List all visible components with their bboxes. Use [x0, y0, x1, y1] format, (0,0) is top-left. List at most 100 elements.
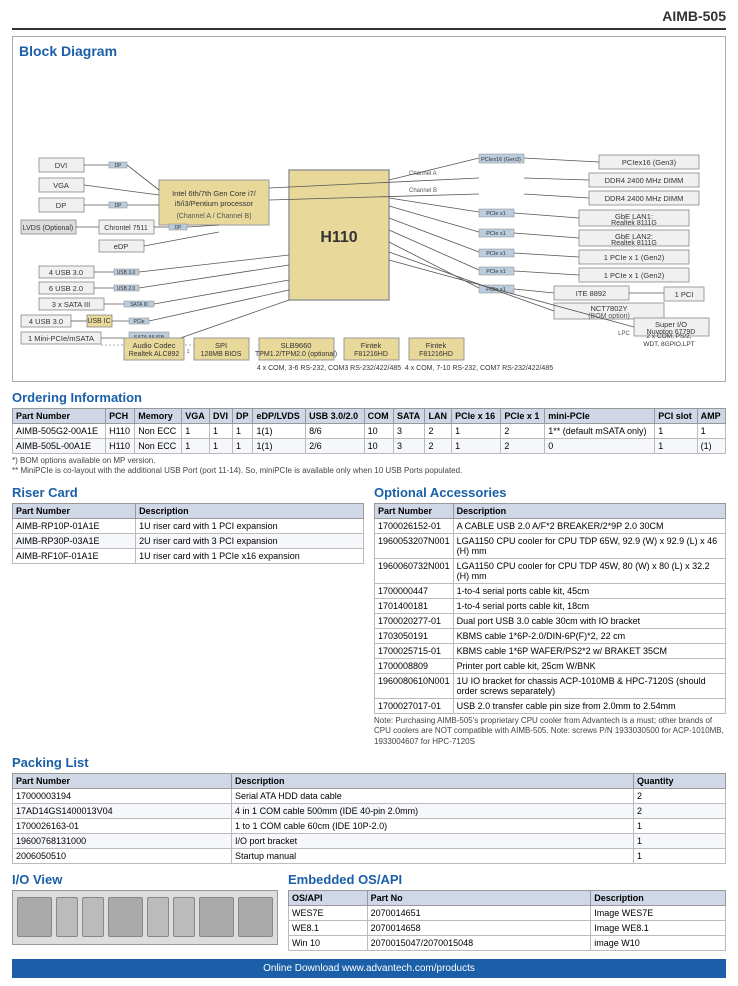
packing-row: 1700026163-011 to 1 COM cable 60cm (IDE … — [13, 818, 726, 833]
svg-text:LPC: LPC — [618, 331, 630, 337]
svg-text:(Channel A / Channel B): (Channel A / Channel B) — [176, 213, 251, 220]
svg-text:4 USB 3.0: 4 USB 3.0 — [49, 268, 83, 277]
optional-cell: Dual port USB 3.0 cable 30cm with IO bra… — [453, 613, 725, 628]
packing-cell: 2006050510 — [13, 848, 232, 863]
packing-section: Packing List Part NumberDescriptionQuant… — [12, 755, 726, 864]
svg-text:H110: H110 — [320, 229, 357, 246]
embedded-col-header: OS/API — [289, 890, 368, 905]
model-header: AIMB-505 — [12, 8, 726, 30]
ordering-cell: AIMB-505L-00A1E — [13, 439, 106, 454]
block-diagram-title: Block Diagram — [19, 43, 719, 59]
ordering-cell: 10 — [364, 424, 393, 439]
ordering-cell: H110 — [106, 439, 135, 454]
svg-text:2 x COM, PS/2,: 2 x COM, PS/2, — [646, 333, 691, 340]
optional-cell: LGA1150 CPU cooler for CPU TDP 65W, 92.9… — [453, 533, 725, 558]
svg-text:ITE 8892: ITE 8892 — [576, 289, 606, 298]
packing-body: 17000003194Serial ATA HDD data cable217A… — [13, 788, 726, 863]
ordering-col-header: USB 3.0/2.0 — [306, 409, 365, 424]
io-port-4 — [147, 897, 169, 937]
packing-cell: 1 — [633, 833, 725, 848]
svg-text:PCIe x1: PCIe x1 — [486, 251, 506, 257]
ordering-col-header: eDP/LVDS — [253, 409, 306, 424]
embedded-body: WES7E2070014651Image WES7EWE8.1207001465… — [289, 905, 726, 950]
riser-section: Riser Card Part NumberDescription AIMB-R… — [12, 485, 364, 747]
ordering-table: Part NumberPCHMemoryVGADVIDPeDP/LVDSUSB … — [12, 408, 726, 454]
svg-text:PCIex16 (Gen3): PCIex16 (Gen3) — [481, 157, 521, 163]
riser-col-header: Description — [136, 503, 364, 518]
ordering-note-line: *) BOM options available on MP version. — [12, 456, 726, 466]
ordering-body: AIMB-505G2-00A1EH110Non ECC1111(1)8/6103… — [13, 424, 726, 454]
ordering-header-row: Part NumberPCHMemoryVGADVIDPeDP/LVDSUSB … — [13, 409, 726, 424]
packing-col-header: Quantity — [633, 773, 725, 788]
embedded-row: WE8.12070014658Image WE8.1 — [289, 920, 726, 935]
io-embedded-row: I/O View Embedded OS/API OS/APIPart NoDe… — [12, 872, 726, 951]
svg-text:Channel B: Channel B — [409, 188, 437, 194]
packing-cell: 4 in 1 COM cable 500mm (IDE 40-pin 2.0mm… — [232, 803, 634, 818]
io-port-vga — [17, 897, 52, 937]
ordering-cell: 1 — [233, 439, 253, 454]
ordering-col-header: SATA — [393, 409, 425, 424]
svg-text:USB IC: USB IC — [87, 318, 110, 325]
ordering-cell: 1 — [182, 424, 210, 439]
optional-row: 1960060732N001LGA1150 CPU cooler for CPU… — [375, 558, 726, 583]
packing-row: 2006050510Startup manual1 — [13, 848, 726, 863]
riser-body: AIMB-RP10P-01A1E1U riser card with 1 PCI… — [13, 518, 364, 563]
ordering-cell: Non ECC — [135, 424, 182, 439]
optional-cell: 1700027017-01 — [375, 698, 454, 713]
packing-cell: Startup manual — [232, 848, 634, 863]
ordering-col-header: Part Number — [13, 409, 106, 424]
embedded-cell: Win 10 — [289, 935, 368, 950]
ordering-cell: AIMB-505G2-00A1E — [13, 424, 106, 439]
optional-title: Optional Accessories — [374, 485, 726, 500]
svg-text:Super I/O: Super I/O — [655, 320, 687, 329]
packing-table: Part NumberDescriptionQuantity 170000031… — [12, 773, 726, 864]
ordering-title: Ordering Information — [12, 390, 726, 405]
optional-row: 17000004471-to-4 serial ports cable kit,… — [375, 583, 726, 598]
svg-text:1 PCI: 1 PCI — [675, 290, 694, 299]
embedded-row: Win 102070015047/2070015048image W10 — [289, 935, 726, 950]
riser-optional-row: Riser Card Part NumberDescription AIMB-R… — [12, 485, 726, 747]
ordering-cell: 0 — [545, 439, 655, 454]
svg-text:PCIe: PCIe — [133, 319, 144, 325]
svg-text:i5/i3/Pentium processor: i5/i3/Pentium processor — [175, 199, 254, 208]
ordering-cell: 1(1) — [253, 424, 306, 439]
embedded-col-header: Part No — [367, 890, 591, 905]
riser-title: Riser Card — [12, 485, 364, 500]
riser-cell: AIMB-RP30P-03A1E — [13, 533, 136, 548]
optional-cell: Printer port cable kit, 25cm W/BNK — [453, 658, 725, 673]
block-diagram-section: Block Diagram H110 Intel 6th/7th Gen Cor… — [12, 36, 726, 382]
io-port-5 — [173, 897, 195, 937]
packing-title: Packing List — [12, 755, 726, 770]
embedded-cell: image W10 — [591, 935, 726, 950]
optional-row: 1960053207N001LGA1150 CPU cooler for CPU… — [375, 533, 726, 558]
packing-cell: 19600768131000 — [13, 833, 232, 848]
svg-text:Realtek 8111G: Realtek 8111G — [611, 220, 657, 227]
ordering-col-header: PCIe x 1 — [501, 409, 545, 424]
ordering-col-header: PCI slot — [655, 409, 697, 424]
svg-text:Realtek ALC892: Realtek ALC892 — [129, 351, 180, 358]
ordering-col-header: VGA — [182, 409, 210, 424]
packing-col-header: Description — [232, 773, 634, 788]
embedded-row: WES7E2070014651Image WES7E — [289, 905, 726, 920]
ordering-cell: 2 — [425, 439, 452, 454]
packing-cell: 1 to 1 COM cable 60cm (IDE 10P-2.0) — [232, 818, 634, 833]
footer-bar[interactable]: Online Download www.advantech.com/produc… — [12, 959, 726, 978]
riser-cell: 1U riser card with 1 PCI expansion — [136, 518, 364, 533]
packing-row: 19600768131000I/O port bracket1 — [13, 833, 726, 848]
riser-row: AIMB-RF10F-01A1E1U riser card with 1 PCI… — [13, 548, 364, 563]
io-box — [12, 890, 278, 945]
optional-cell: USB 2.0 transfer cable pin size from 2.0… — [453, 698, 725, 713]
embedded-header-row: OS/APIPart NoDescription — [289, 890, 726, 905]
svg-text:LVDS (Optional): LVDS (Optional) — [23, 225, 73, 232]
optional-cell: 1700008809 — [375, 658, 454, 673]
packing-header-row: Part NumberDescriptionQuantity — [13, 773, 726, 788]
optional-cell: A CABLE USB 2.0 A/F*2 BREAKER/2*9P 2.0 3… — [453, 518, 725, 533]
block-diagram-container: H110 Intel 6th/7th Gen Core i7/ i5/i3/Pe… — [19, 65, 719, 375]
svg-text:Audio Codec: Audio Codec — [133, 341, 176, 350]
ordering-cell: 10 — [364, 439, 393, 454]
optional-cell: LGA1150 CPU cooler for CPU TDP 45W, 80 (… — [453, 558, 725, 583]
packing-cell: 1 — [633, 818, 725, 833]
ordering-note-line: ** MiniPCIe is co-layout with the additi… — [12, 466, 726, 476]
packing-cell: I/O port bracket — [232, 833, 634, 848]
embedded-section: Embedded OS/API OS/APIPart NoDescription… — [288, 872, 726, 951]
